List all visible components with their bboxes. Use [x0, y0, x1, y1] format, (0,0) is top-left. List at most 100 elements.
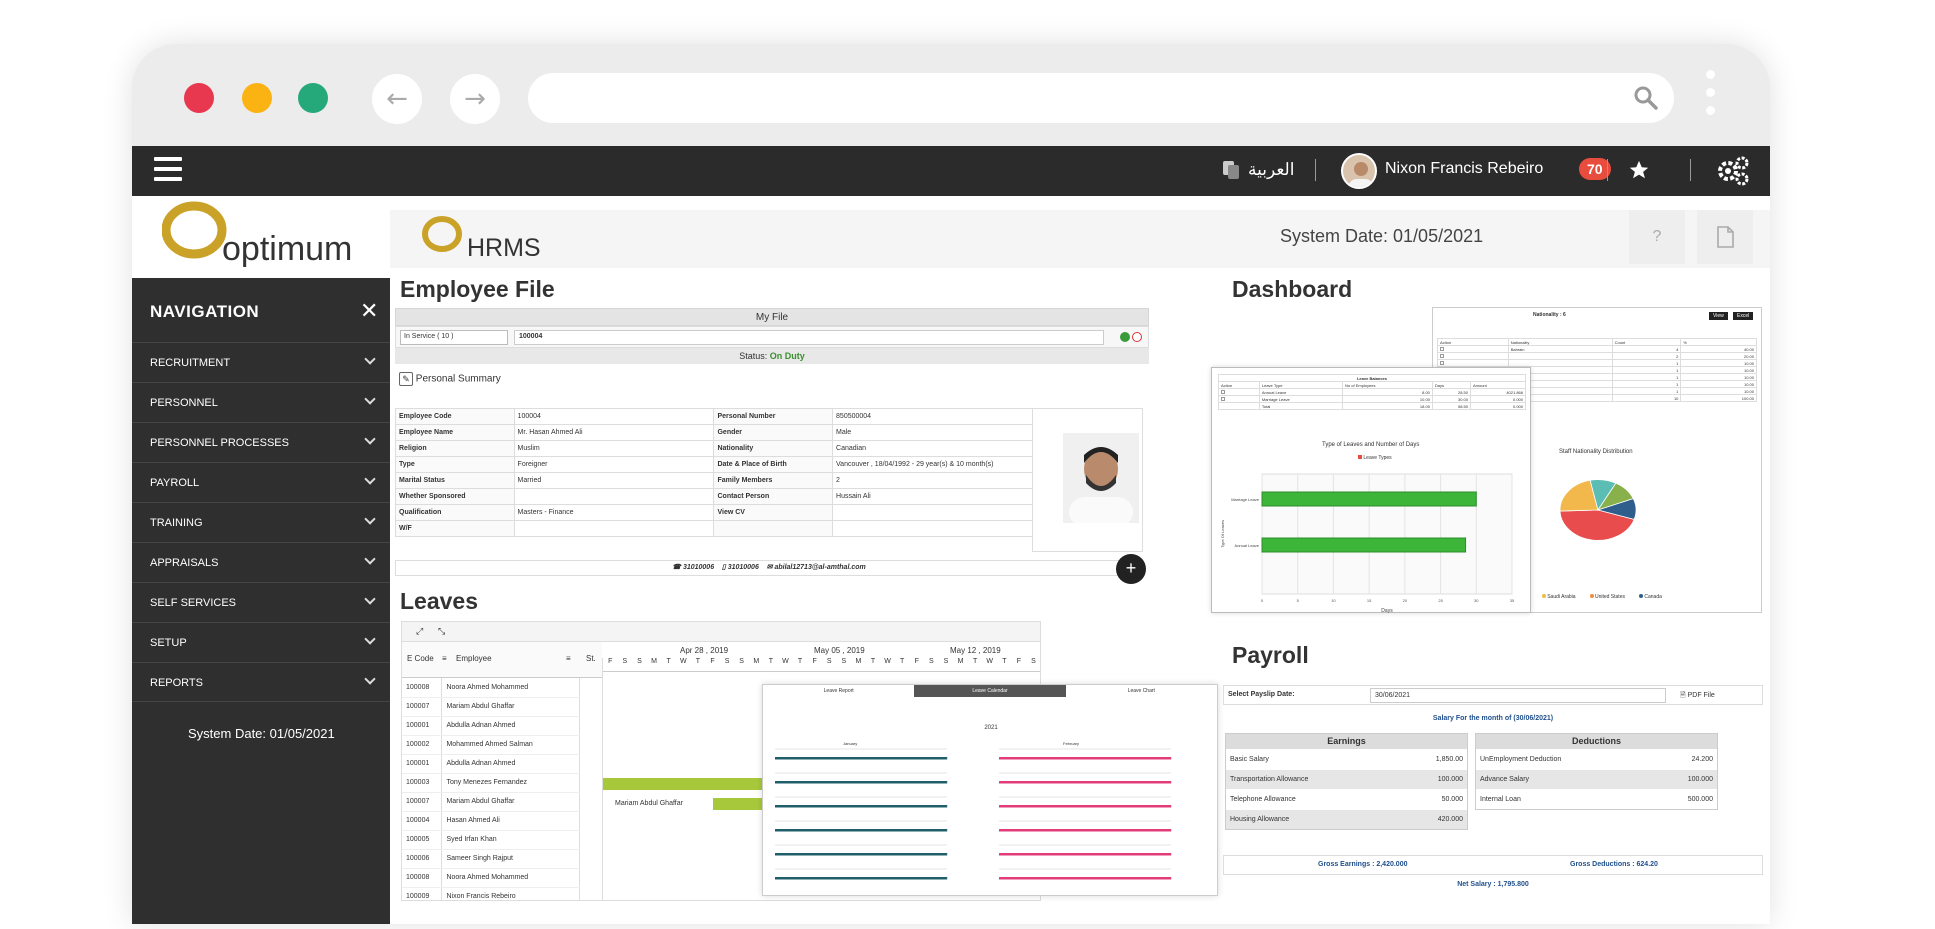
close-icon[interactable]: ✕	[360, 298, 378, 324]
sidebar-item-recruitment[interactable]: RECRUITMENT	[132, 342, 390, 382]
personal-summary-table: Employee Code 100004 Personal Number 850500…	[395, 408, 1033, 537]
contact-row: ☎ 31010006 ▯ 31010006 ✉ abilal12713@al-a…	[395, 560, 1143, 576]
add-button[interactable]: +	[1116, 554, 1146, 584]
sidebar-item-appraisals[interactable]: APPRAISALS	[132, 542, 390, 582]
remove-circle-icon[interactable]	[1132, 332, 1142, 342]
forward-icon[interactable]: →	[450, 74, 500, 124]
gantt-day: F	[608, 658, 613, 665]
calendar-month-february: February	[1063, 741, 1080, 746]
expand-icon[interactable]: ⤢	[416, 626, 423, 637]
tick-label: 30	[1474, 598, 1479, 603]
col-ecode[interactable]: E Code	[407, 654, 434, 663]
table-row[interactable]: 100001 Abdulla Adnan Ahmed	[402, 716, 580, 736]
table-row: Annual Leave 8.00 28.50 4021.866	[1218, 388, 1527, 396]
tick-label: 20	[1403, 598, 1408, 603]
tab-leave-chart[interactable]: Leave Chart	[1066, 685, 1217, 697]
settings-gear-icon[interactable]	[1715, 154, 1751, 188]
gantt-day: S	[841, 658, 847, 665]
minimize-window-dot[interactable]	[242, 83, 272, 113]
table-row[interactable]: 100009 Nixon Francis Rebeiro	[402, 887, 580, 900]
tick-label: 0	[1261, 598, 1264, 603]
leave-bar	[775, 757, 948, 760]
search-icon[interactable]	[1632, 84, 1660, 112]
gantt-week-header: Apr 28 , 2019 May 05 , 2019 May 12 , 201…	[680, 646, 1001, 655]
summary-row: Employee Code 100004 Personal Number 850500…	[395, 408, 1033, 425]
pdf-export-button[interactable]	[1697, 210, 1753, 264]
table-row: 1 10.00	[1437, 359, 1757, 367]
pdf-file-button[interactable]: 🗎 PDF File	[1680, 691, 1715, 702]
calendar-month-january: January	[843, 741, 858, 746]
gantt-day: T	[870, 658, 876, 665]
row-checkbox[interactable]	[1440, 360, 1444, 365]
table-row[interactable]: 100005 Syed Irfan Khan	[402, 830, 580, 850]
language-switch[interactable]: العربية	[1248, 160, 1294, 180]
employee-leave-table: 100008 Noora Ahmed Mohammed 100007 Mariam A…	[402, 678, 580, 900]
tab-leave-calendar[interactable]: Leave Calendar	[914, 685, 1066, 697]
sidebar-item-personnel-processes[interactable]: PERSONNEL PROCESSES	[132, 422, 390, 462]
row-checkbox[interactable]	[1221, 389, 1225, 394]
favorites-star-icon[interactable]	[1628, 159, 1650, 181]
address-bar[interactable]	[528, 73, 1674, 123]
gantt-day: S	[826, 658, 832, 665]
user-avatar[interactable]	[1341, 153, 1377, 189]
language-icon[interactable]	[1222, 160, 1240, 180]
help-button[interactable]: ?	[1629, 210, 1685, 264]
table-row[interactable]: 100008 Noora Ahmed Mohammed	[402, 868, 580, 888]
back-icon[interactable]: ←	[372, 74, 422, 124]
tick-label: 35	[1510, 598, 1515, 603]
table-row[interactable]: 100001 Abdulla Adnan Ahmed	[402, 754, 580, 774]
maximize-window-dot[interactable]	[298, 83, 328, 113]
row-checkbox[interactable]	[1221, 396, 1225, 401]
browser-menu-icon[interactable]	[1706, 70, 1716, 126]
payslip-date-select[interactable]: 30/06/2021	[1370, 688, 1666, 703]
sidebar-item-self-services[interactable]: SELF SERVICES	[132, 582, 390, 622]
table-row[interactable]: 100007 Mariam Abdul Ghaffar	[402, 697, 580, 717]
sidebar-item-personnel[interactable]: PERSONNEL	[132, 382, 390, 422]
calendar-tabs: Leave Report Leave Calendar Leave Chart	[763, 685, 1217, 697]
gantt-day: S	[724, 658, 730, 665]
email-icon: ✉	[766, 564, 773, 571]
add-circle-icon[interactable]	[1120, 332, 1130, 342]
table-row[interactable]: 100008 Noora Ahmed Mohammed	[402, 678, 580, 698]
product-name: HRMS	[467, 234, 541, 262]
sidebar-item-training[interactable]: TRAINING	[132, 502, 390, 542]
gantt-day: W	[884, 658, 891, 665]
hamburger-menu-icon[interactable]	[154, 157, 182, 183]
service-filter-select[interactable]: In Service ( 10 )	[400, 330, 508, 345]
gantt-day: M	[957, 658, 964, 665]
table-row[interactable]: 100004 Hasan Ahmed Ali	[402, 811, 580, 831]
col-status[interactable]: St.	[586, 654, 596, 663]
tab-leave-report[interactable]: Leave Report	[763, 685, 914, 697]
table-row[interactable]: 100006 Sameer Singh Rajput	[402, 849, 580, 869]
view-button[interactable]: View	[1709, 312, 1728, 320]
table-row[interactable]: 100002 Mohammed Ahmed Salman	[402, 735, 580, 755]
payroll-panel: Select Payslip Date: 30/06/2021 🗎 PDF Fi…	[1223, 685, 1763, 895]
leave-bar[interactable]	[603, 778, 763, 790]
personal-summary-header: ✎ Personal Summary	[395, 364, 1149, 394]
table-row[interactable]: 100007 Mariam Abdul Ghaffar	[402, 792, 580, 812]
earnings-header: Earnings	[1226, 734, 1467, 749]
chevron-down-icon	[364, 673, 376, 685]
excel-button[interactable]: Excel	[1733, 312, 1754, 320]
sidebar-item-payroll[interactable]: PAYROLL	[132, 462, 390, 502]
row-checkbox[interactable]	[1440, 346, 1444, 351]
col-employee[interactable]: Employee	[456, 654, 492, 663]
sidebar-item-reports[interactable]: REPORTS	[132, 662, 390, 702]
row-checkbox[interactable]	[1440, 353, 1444, 358]
payslip-date-row: Select Payslip Date: 30/06/2021 🗎 PDF Fi…	[1223, 685, 1763, 705]
close-window-dot[interactable]	[184, 83, 214, 113]
user-name[interactable]: Nixon Francis Rebeiro	[1385, 160, 1543, 178]
employee-search-input[interactable]: 100004	[514, 330, 1104, 345]
deduction-line: Internal Loan 500.000	[1476, 789, 1717, 809]
leave-bar[interactable]	[713, 798, 763, 810]
top-bar: العربية Nixon Francis Rebeiro 70	[132, 146, 1770, 196]
table-row[interactable]: 100003 Tony Menezes Fernandez	[402, 773, 580, 793]
menu-icon[interactable]: ≡	[442, 654, 447, 663]
leaves-toolbar: ⤢ ⤡	[402, 622, 1040, 642]
notification-badge[interactable]: 70	[1579, 158, 1611, 180]
edit-icon[interactable]: ✎	[399, 372, 413, 386]
sidebar-item-setup[interactable]: SETUP	[132, 622, 390, 662]
gantt-day: F	[1016, 658, 1022, 665]
collapse-icon[interactable]: ⤡	[438, 626, 445, 637]
menu-icon[interactable]: ≡	[566, 654, 571, 663]
